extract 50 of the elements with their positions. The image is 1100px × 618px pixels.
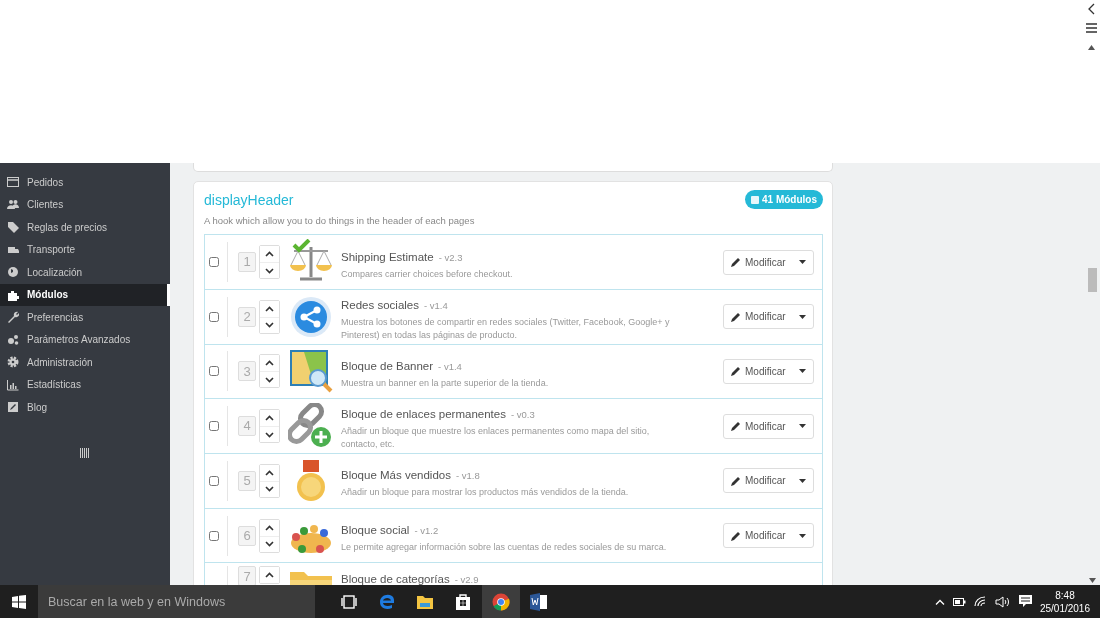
- position-number: 4: [238, 416, 256, 437]
- module-version: - v2.9: [454, 574, 479, 585]
- position-number: 3: [238, 361, 256, 382]
- clock-date: 25/01/2016: [1039, 601, 1090, 615]
- modify-button[interactable]: Modificar: [723, 304, 814, 330]
- sidebar-item[interactable]: Módulos: [0, 283, 170, 306]
- module-description: Muestra los botones de compartir en redes sociales (Twitter, Facebook, Google+ y Pinterest) en todas las páginas de producto.: [341, 315, 671, 342]
- position-number: 5: [238, 470, 256, 491]
- module-count: 41 Módulos: [762, 193, 817, 207]
- module-version: - v2.3: [438, 251, 463, 263]
- position-number: 7: [238, 566, 256, 585]
- position-number: 1: [238, 252, 256, 273]
- sidebar-item[interactable]: Transporte: [0, 238, 170, 261]
- sidebar-item[interactable]: Localización: [0, 261, 170, 284]
- module-version: - v1.2: [414, 525, 439, 536]
- module-version: - v1.8: [455, 470, 480, 482]
- module-description: Le permite agregar información sobre las cuentas de redes sociales de su marca.: [341, 541, 668, 554]
- modify-button[interactable]: Modificar: [723, 358, 814, 384]
- module-description: Añadir un bloque para mostrar los productos más vendidos de la tienda.: [341, 486, 630, 500]
- hook-title: displayHeader: [204, 191, 295, 210]
- modify-button[interactable]: Modificar: [723, 523, 814, 549]
- module-description: Añadir un bloque que muestre los enlaces permanentes como mapa del sitio, contacto, etc.: [341, 425, 651, 452]
- sidebar-item[interactable]: Preferencias: [0, 306, 170, 329]
- sidebar-item[interactable]: Pedidos: [0, 171, 170, 194]
- sidebar-item[interactable]: Estadísticas: [0, 373, 170, 396]
- module-version: - v0.3: [510, 409, 535, 421]
- module-name: Bloque de enlaces permanentes: [341, 408, 506, 421]
- sidebar-item[interactable]: Blog: [0, 396, 170, 419]
- hook-description: A hook which allow you to do things in the header of each pages: [204, 214, 475, 228]
- modify-button[interactable]: Modificar: [723, 413, 814, 439]
- module-name: Redes sociales: [341, 298, 419, 311]
- sidebar-item[interactable]: Administración: [0, 351, 170, 374]
- module-name: Bloque de categorías: [341, 573, 450, 585]
- module-name: Bloque social: [341, 524, 410, 536]
- module-name: Bloque de Banner: [341, 359, 434, 372]
- module-name: Shipping Estimate: [341, 250, 434, 263]
- modify-button[interactable]: Modificar: [723, 249, 814, 275]
- sidebar-item[interactable]: Parámetros Avanzados: [0, 328, 170, 351]
- sidebar-item[interactable]: Clientes: [0, 193, 170, 216]
- module-description: Muestra un banner en la parte superior de la tienda.: [341, 376, 550, 390]
- position-number: 2: [238, 306, 256, 327]
- clock-time: 8:48: [1054, 588, 1076, 602]
- modify-button[interactable]: Modificar: [723, 468, 814, 494]
- position-number: 6: [238, 525, 256, 546]
- module-version: - v1.4: [424, 299, 448, 311]
- module-description: Compares carrier choices before checkout.: [341, 267, 514, 281]
- sidebar-item[interactable]: Reglas de precios: [0, 216, 170, 239]
- module-name: Bloque Más vendidos: [341, 469, 451, 482]
- search-field[interactable]: Buscar en la web y en Windows: [38, 585, 315, 618]
- module-version: - v1.4: [438, 360, 462, 372]
